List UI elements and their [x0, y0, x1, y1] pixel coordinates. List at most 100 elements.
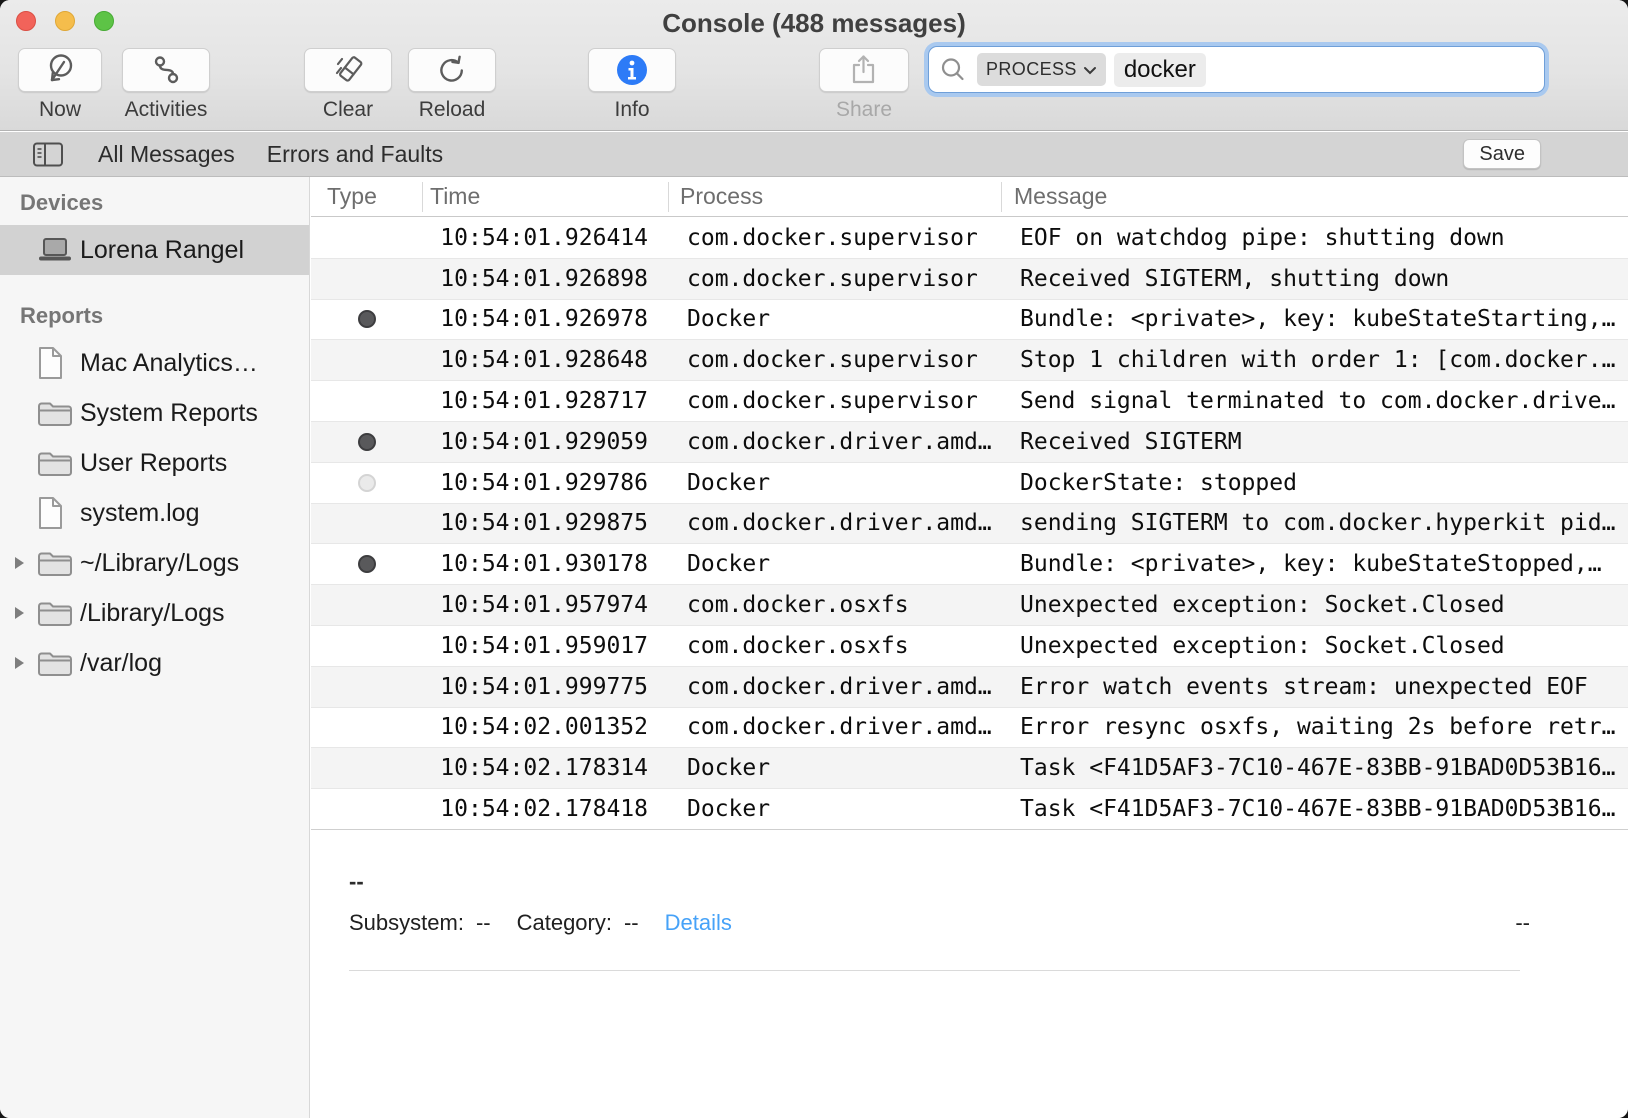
cell-type	[311, 555, 422, 573]
log-row[interactable]: 10:54:02.001352 com.docker.driver.amd… E…	[311, 708, 1628, 749]
log-row[interactable]: 10:54:01.926978 Docker Bundle: <private>…	[311, 300, 1628, 341]
cell-process: com.docker.supervisor	[668, 266, 1001, 292]
column-header-type[interactable]: Type	[327, 183, 377, 210]
disclosure-triangle-icon[interactable]	[12, 555, 36, 571]
now-button[interactable]	[18, 48, 102, 92]
disclosure-triangle-icon[interactable]	[12, 605, 36, 621]
search-filter-token[interactable]: PROCESS	[977, 53, 1106, 86]
share-button[interactable]	[819, 48, 909, 92]
cell-message: Task <F41D5AF3-7C10-467E-83BB-91BAD0D53B…	[1001, 796, 1628, 822]
log-row[interactable]: 10:54:01.926414 com.docker.supervisor EO…	[311, 218, 1628, 259]
cell-process: com.docker.driver.amd…	[668, 714, 1001, 740]
window-title: Console (488 messages)	[0, 8, 1628, 39]
log-row[interactable]: 10:54:01.929786 Docker DockerState: stop…	[311, 463, 1628, 504]
chevron-down-icon	[1083, 65, 1097, 75]
cell-time: 10:54:01.926898	[422, 266, 668, 292]
sidebar-section-items: Lorena Rangel	[0, 225, 309, 275]
sidebar-item[interactable]: Lorena Rangel	[0, 225, 309, 275]
cell-message: Received SIGTERM, shutting down	[1001, 266, 1628, 292]
folder-icon	[36, 448, 74, 478]
details-link[interactable]: Details	[665, 910, 732, 936]
scope-errors-and-faults[interactable]: Errors and Faults	[267, 141, 443, 168]
log-row[interactable]: 10:54:01.959017 com.docker.osxfs Unexpec…	[311, 626, 1628, 667]
activities-button-label: Activities	[122, 98, 210, 122]
folder-icon	[36, 598, 74, 628]
info-button[interactable]	[588, 48, 676, 92]
search-query-text[interactable]: docker	[1114, 53, 1206, 87]
type-dot	[358, 555, 376, 573]
log-row[interactable]: 10:54:02.178418 Docker Task <F41D5AF3-7C…	[311, 789, 1628, 829]
log-row[interactable]: 10:54:01.999775 com.docker.driver.amd… E…	[311, 667, 1628, 708]
sidebar-item[interactable]: system.log	[0, 488, 309, 538]
toolbar: Console (488 messages) Now	[0, 0, 1628, 131]
sidebar-toggle-button[interactable]	[30, 140, 66, 169]
sidebar-item-label: Mac Analytics…	[80, 349, 258, 378]
cell-message: Error watch events stream: unexpected EO…	[1001, 674, 1628, 700]
search-field[interactable]: PROCESS docker	[928, 46, 1545, 93]
activities-button[interactable]	[122, 48, 210, 92]
sidebar-item[interactable]: System Reports	[0, 388, 309, 438]
cell-type	[311, 433, 422, 451]
cell-time: 10:54:01.959017	[422, 633, 668, 659]
subsystem-label: Subsystem:	[349, 910, 464, 936]
cell-time: 10:54:01.928717	[422, 388, 668, 414]
cell-message: Error resync osxfs, waiting 2s before re…	[1001, 714, 1628, 740]
cell-type	[311, 310, 422, 328]
folder-icon	[36, 548, 74, 578]
log-row[interactable]: 10:54:01.930178 Docker Bundle: <private>…	[311, 544, 1628, 585]
activities-path-icon	[148, 52, 184, 88]
save-search-button[interactable]: Save	[1463, 139, 1541, 169]
clear-button-label: Clear	[304, 98, 392, 122]
info-icon	[616, 54, 648, 86]
sidebar-item[interactable]: ~/Library/Logs	[0, 538, 309, 588]
log-row[interactable]: 10:54:01.957974 com.docker.osxfs Unexpec…	[311, 585, 1628, 626]
cell-process: Docker	[668, 470, 1001, 496]
sidebar-item[interactable]: /Library/Logs	[0, 588, 309, 638]
log-row[interactable]: 10:54:02.178314 Docker Task <F41D5AF3-7C…	[311, 748, 1628, 789]
log-pane: Type Time Process Message 10:54:01.92641…	[311, 177, 1628, 1118]
eraser-clear-icon	[330, 52, 366, 88]
log-row[interactable]: 10:54:01.928717 com.docker.supervisor Se…	[311, 381, 1628, 422]
sidebar: Devices	[0, 177, 310, 1118]
log-row[interactable]: 10:54:01.926898 com.docker.supervisor Re…	[311, 259, 1628, 300]
column-header-time[interactable]: Time	[430, 183, 480, 210]
reload-button[interactable]	[408, 48, 496, 92]
cell-time: 10:54:01.999775	[422, 674, 668, 700]
log-row[interactable]: 10:54:01.929875 com.docker.driver.amd… s…	[311, 504, 1628, 545]
column-header-process[interactable]: Process	[680, 183, 763, 210]
log-row[interactable]: 10:54:01.928648 com.docker.supervisor St…	[311, 340, 1628, 381]
cell-time: 10:54:02.178418	[422, 796, 668, 822]
clear-button[interactable]	[304, 48, 392, 92]
cell-message: EOF on watchdog pipe: shutting down	[1001, 225, 1628, 251]
cell-time: 10:54:01.929875	[422, 510, 668, 536]
console-window: Console (488 messages) Now	[0, 0, 1628, 1118]
laptop-icon	[36, 236, 74, 264]
cell-process: com.docker.supervisor	[668, 347, 1001, 373]
type-dot	[358, 433, 376, 451]
cell-message: Bundle: <private>, key: kubeStateStopped…	[1001, 551, 1628, 577]
cell-process: com.docker.driver.amd…	[668, 674, 1001, 700]
share-icon	[846, 52, 882, 88]
column-header-message[interactable]: Message	[1014, 183, 1107, 210]
cell-time: 10:54:01.928648	[422, 347, 668, 373]
cell-process: Docker	[668, 796, 1001, 822]
disclosure-triangle-icon[interactable]	[12, 655, 36, 671]
sidebar-item[interactable]: /var/log	[0, 638, 309, 688]
reload-button-label: Reload	[408, 98, 496, 122]
sidebar-section-title: Reports	[20, 303, 309, 327]
scope-all-messages[interactable]: All Messages	[98, 141, 235, 168]
cell-time: 10:54:01.929786	[422, 470, 668, 496]
cell-process: com.docker.osxfs	[668, 633, 1001, 659]
table-header: Type Time Process Message	[311, 177, 1628, 217]
cell-message: Unexpected exception: Socket.Closed	[1001, 633, 1628, 659]
folder-icon	[36, 648, 74, 678]
jump-to-now-icon	[42, 52, 78, 88]
cell-message: Task <F41D5AF3-7C10-467E-83BB-91BAD0D53B…	[1001, 755, 1628, 781]
sidebar-item[interactable]: User Reports	[0, 438, 309, 488]
cell-process: Docker	[668, 551, 1001, 577]
sidebar-item[interactable]: Mac Analytics…	[0, 338, 309, 388]
log-row[interactable]: 10:54:01.929059 com.docker.driver.amd… R…	[311, 422, 1628, 463]
category-label: Category:	[517, 910, 612, 936]
detail-meta-line: Subsystem: -- Category: -- Details	[349, 910, 1540, 936]
column-divider	[1001, 182, 1002, 212]
